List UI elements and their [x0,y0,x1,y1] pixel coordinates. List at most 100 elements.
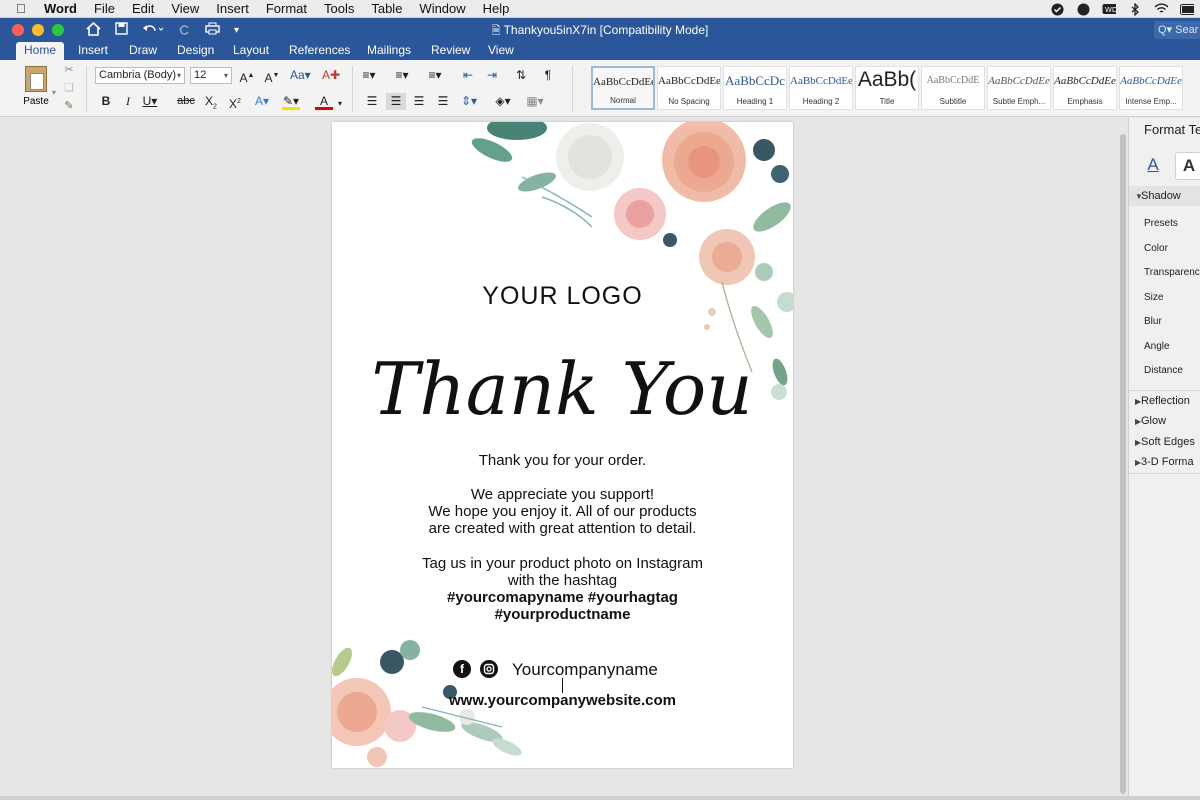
style-emphasis[interactable]: AaBbCcDdEe Emphasis [1053,66,1117,110]
shadow-distance[interactable]: Distance [1144,365,1183,376]
italic-button[interactable]: I [119,93,137,110]
menu-edit[interactable]: Edit [132,1,154,16]
style-heading-2[interactable]: AaBbCcDdEe Heading 2 [789,66,853,110]
tab-mailings[interactable]: Mailings [359,42,419,60]
shadow-angle[interactable]: Angle [1144,341,1170,352]
menu-view[interactable]: View [171,1,199,16]
shadow-size[interactable]: Size [1144,292,1163,303]
format-text-pane: Format Te A A ▼Shadow Presets Color Tran… [1128,118,1200,796]
order-thanks-line: Thank you for your order. [478,452,647,469]
chevron-down-icon: ▾ [223,71,228,80]
multilevel-list-icon[interactable]: ≡▾ [426,67,444,84]
borders-icon[interactable]: ▦▾ [526,93,544,110]
circle-icon[interactable] [1076,3,1090,16]
vertical-scrollbar[interactable] [1118,118,1128,796]
pilcrow-icon[interactable]: ¶ [539,67,557,84]
highlight-icon[interactable]: ✎▾ [282,93,300,110]
copy-icon[interactable]: ❏ [63,82,75,94]
check-circle-icon[interactable] [1050,3,1064,16]
menu-app-word[interactable]: Word [44,1,77,16]
menu-file[interactable]: File [94,1,115,16]
text-effects-tab[interactable]: A [1175,152,1200,180]
style-subtitle[interactable]: AaBbCcDdE Subtitle [921,66,985,110]
numbering-icon[interactable]: ≡▾ [393,67,411,84]
increase-indent-icon[interactable]: ⇥ [483,67,501,84]
menu-format[interactable]: Format [266,1,307,16]
style-no-spacing[interactable]: AaBbCcDdEe No Spacing [657,66,721,110]
company-website: www.yourcompanywebsite.com [449,692,676,709]
subscript-button[interactable]: X2 [202,93,220,110]
align-left-icon[interactable]: ☰ [363,93,381,110]
bluetooth-icon[interactable] [1128,2,1142,16]
wifi-icon[interactable] [1154,3,1168,16]
style-subtle-emphasis[interactable]: AaBbCcDdEe Subtle Emph... [987,66,1051,110]
3d-format-section[interactable]: ▶3-D Forma [1129,452,1200,472]
thank-you-script: Thank You [371,347,752,431]
grow-font-button[interactable]: A▲ [238,67,256,85]
tab-insert[interactable]: Insert [70,42,116,60]
tab-layout[interactable]: Layout [225,42,277,60]
company-name: Yourcompanyname [512,660,658,679]
sort-icon[interactable]: ⇅ [512,67,530,84]
shrink-font-button[interactable]: A▼ [263,67,281,85]
document-icon: 🗎 [491,25,501,37]
format-painter-icon[interactable]: ✎ [63,100,75,112]
shadow-section[interactable]: ▼Shadow [1129,186,1200,206]
appreciation-line-2: We hope you enjoy it. All of our product… [428,503,697,520]
menu-tools[interactable]: Tools [324,1,354,16]
font-name-select[interactable]: Cambria (Body) ▾ [95,67,185,84]
document-page[interactable]: YOUR LOGO Thank You Thank you for your o… [332,122,793,768]
tab-review[interactable]: Review [423,42,478,60]
font-color-dropdown[interactable]: ▾ [331,95,349,112]
shadow-blur[interactable]: Blur [1144,316,1162,327]
menu-table[interactable]: Table [371,1,402,16]
menu-help[interactable]: Help [483,1,510,16]
menu-insert[interactable]: Insert [216,1,249,16]
line-spacing-icon[interactable]: ⇕▾ [460,93,478,110]
style-normal[interactable]: AaBbCcDdEe Normal [591,66,655,110]
paste-options-icon[interactable]: ▾ [48,87,60,99]
text-fill-tab[interactable]: A [1139,152,1167,180]
status-bar [0,796,1200,800]
style-intense-emphasis[interactable]: AaBbCcDdEe Intense Emp... [1119,66,1183,110]
battery-icon[interactable] [1180,3,1194,16]
search-input[interactable]: Q▾ Sear [1154,21,1200,39]
decrease-indent-icon[interactable]: ⇤ [459,67,477,84]
tab-draw[interactable]: Draw [121,42,165,60]
underline-button[interactable]: U▾ [141,93,159,110]
bold-button[interactable]: B [97,93,115,110]
clear-formatting-button[interactable]: A✚ [322,67,340,84]
shadow-transparency[interactable]: Transparency [1144,267,1200,278]
apple-menu-icon[interactable]:  [16,1,30,16]
tab-design[interactable]: Design [169,42,222,60]
cut-icon[interactable]: ✂ [63,64,75,76]
soft-edges-section[interactable]: ▶Soft Edges [1129,432,1200,452]
font-size-select[interactable]: 12 ▾ [190,67,232,84]
styles-gallery: AaBbCcDdEe Normal AaBbCcDdEe No Spacing Aa… [591,66,1183,110]
justify-icon[interactable]: ☰ [434,93,452,110]
align-center-icon[interactable]: ☰ [386,93,406,110]
paste-label: Paste [23,96,49,107]
strikethrough-button[interactable]: abc [177,93,195,110]
shading-icon[interactable]: ◈▾ [494,93,512,110]
superscript-button[interactable]: X2 [226,93,244,111]
svg-text:WD: WD [1105,6,1116,14]
tab-references[interactable]: References [281,42,358,60]
reflection-section[interactable]: ▶Reflection [1129,391,1200,411]
shadow-presets[interactable]: Presets [1144,218,1178,229]
bullets-icon[interactable]: ≡▾ [360,67,378,84]
menu-window[interactable]: Window [419,1,465,16]
scrollbar-thumb[interactable] [1120,134,1126,794]
wd-drive-icon[interactable]: WD [1102,3,1116,16]
text-effects-button[interactable]: A▾ [253,93,271,110]
hashtag-line-1: #yourcomapyname #yourhagtag [447,589,678,606]
tab-view[interactable]: View [480,42,522,60]
shadow-color[interactable]: Color [1144,243,1168,254]
style-heading-1[interactable]: AaBbCcDc Heading 1 [723,66,787,110]
glow-section[interactable]: ▶Glow [1129,411,1200,431]
chevron-right-icon: ▶ [1135,417,1142,426]
tab-home[interactable]: Home [16,42,65,60]
align-right-icon[interactable]: ☰ [410,93,428,110]
style-title[interactable]: AaBb(Title [855,66,919,110]
change-case-button[interactable]: Aa▾ [290,67,311,84]
